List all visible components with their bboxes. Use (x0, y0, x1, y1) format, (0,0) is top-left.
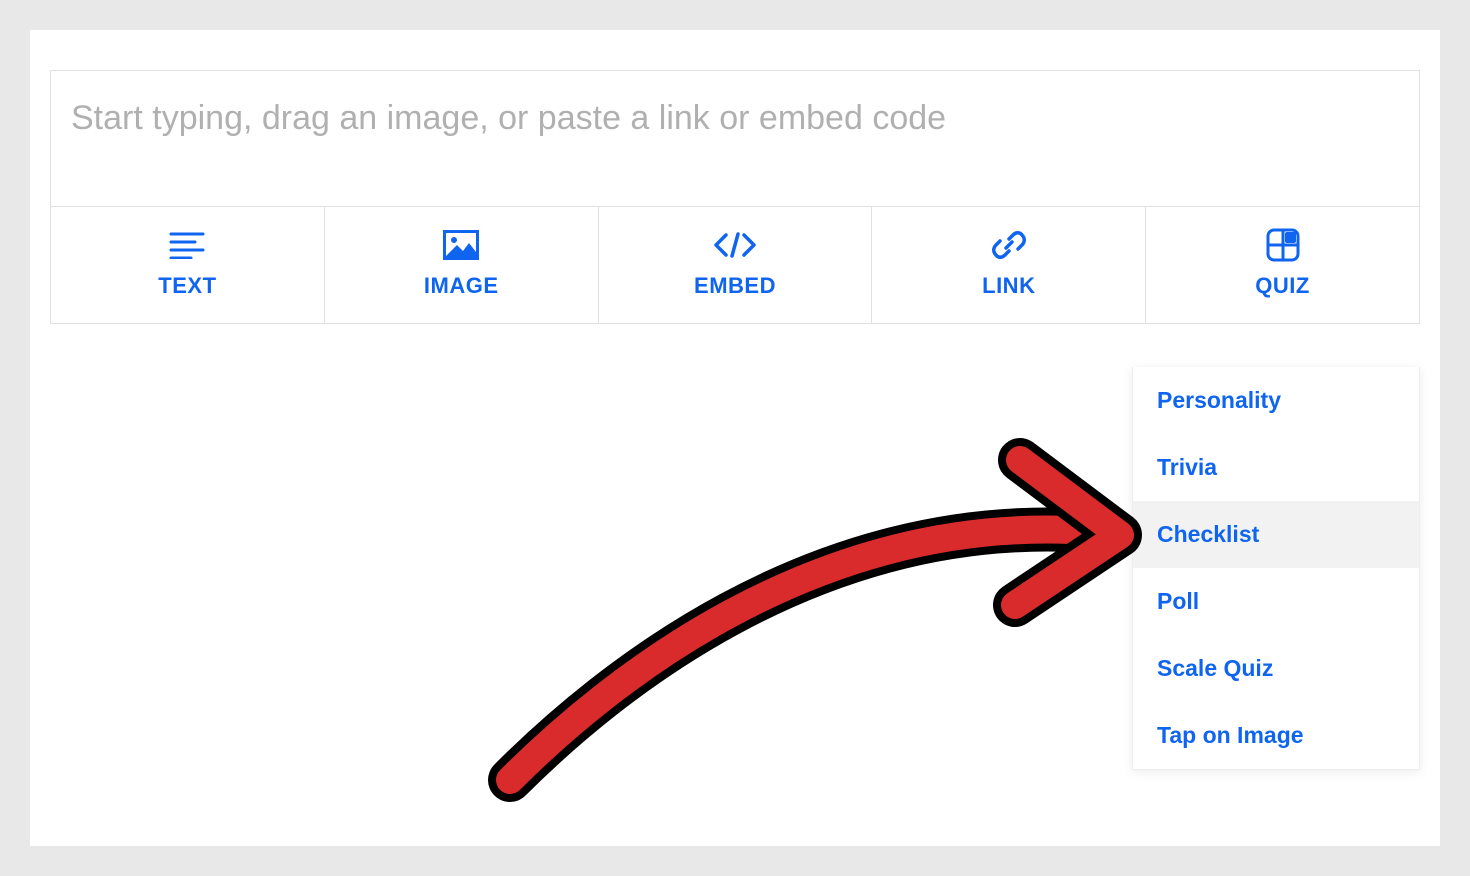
dropdown-item-trivia[interactable]: Trivia (1133, 434, 1419, 501)
image-button[interactable]: IMAGE (325, 207, 599, 323)
embed-button-label: EMBED (694, 273, 776, 299)
image-button-label: IMAGE (424, 273, 499, 299)
dropdown-item-tap-on-image[interactable]: Tap on Image (1133, 702, 1419, 769)
annotation-arrow (460, 430, 1160, 835)
content-input-area[interactable] (51, 71, 1419, 206)
text-button-label: TEXT (158, 273, 216, 299)
content-input[interactable] (71, 96, 1399, 146)
link-button[interactable]: LINK (872, 207, 1146, 323)
dropdown-item-checklist[interactable]: Checklist (1133, 501, 1419, 568)
code-icon (713, 229, 757, 261)
dropdown-item-personality[interactable]: Personality (1133, 367, 1419, 434)
quiz-button-label: QUIZ (1255, 273, 1310, 299)
image-icon (443, 229, 479, 261)
editor-panel: TEXT IMAGE (30, 30, 1440, 846)
link-button-label: LINK (982, 273, 1035, 299)
editor-box: TEXT IMAGE (50, 70, 1420, 324)
quiz-button[interactable]: QUIZ (1146, 207, 1419, 323)
dropdown-item-scale-quiz[interactable]: Scale Quiz (1133, 635, 1419, 702)
content-type-toolbar: TEXT IMAGE (51, 206, 1419, 323)
quiz-dropdown-menu: Personality Trivia Checklist Poll Scale … (1132, 367, 1420, 770)
embed-button[interactable]: EMBED (599, 207, 873, 323)
text-lines-icon (169, 229, 205, 261)
link-icon (991, 229, 1027, 261)
text-button[interactable]: TEXT (51, 207, 325, 323)
dropdown-item-poll[interactable]: Poll (1133, 568, 1419, 635)
grid-icon (1266, 229, 1300, 261)
